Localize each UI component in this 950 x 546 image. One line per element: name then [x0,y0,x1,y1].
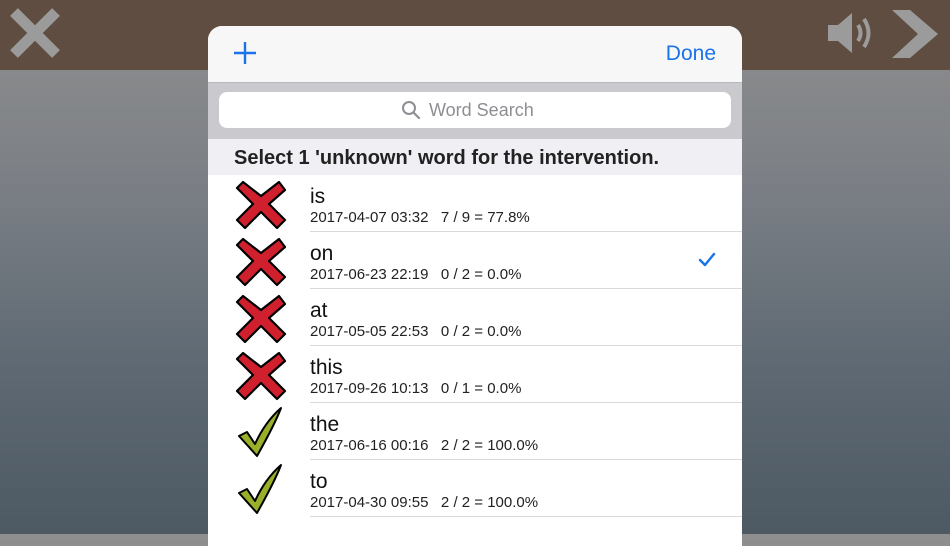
red-x-icon [235,237,287,287]
green-check-icon [238,407,282,457]
word-stats: 2017-06-23 22:19 0 / 2 = 0.0% [310,266,522,283]
chevron-right-icon[interactable] [888,8,942,60]
word-label: the [310,413,340,436]
list-item[interactable]: the 2017-06-16 00:16 2 / 2 = 100.0% [208,403,742,460]
plus-icon[interactable] [232,40,258,66]
word-label: to [310,470,328,493]
red-x-icon [235,180,287,230]
close-x-icon[interactable] [8,6,62,60]
word-label: is [310,185,326,208]
search-icon [402,101,421,120]
list-item[interactable]: at 2017-05-05 22:53 0 / 2 = 0.0% [208,289,742,346]
list-item[interactable]: this 2017-09-26 10:13 0 / 1 = 0.0% [208,346,742,403]
word-label: at [310,299,328,322]
word-label: on [310,242,334,265]
done-button[interactable]: Done [666,42,716,66]
speaker-icon[interactable] [826,10,880,56]
search-bar [208,83,742,139]
word-select-modal: Done Select 1 'unknown' word for the int… [208,26,742,546]
red-x-icon [235,351,287,401]
row-divider [310,516,742,517]
word-stats: 2017-04-30 09:55 2 / 2 = 100.0% [310,494,539,511]
search-input[interactable] [429,99,549,121]
word-label: this [310,356,343,379]
checkmark-icon [698,252,716,267]
section-title: Select 1 'unknown' word for the interven… [208,139,742,175]
list-item[interactable]: to 2017-04-30 09:55 2 / 2 = 100.0% [208,460,742,517]
word-stats: 2017-09-26 10:13 0 / 1 = 0.0% [310,380,522,397]
red-x-icon [235,294,287,344]
word-stats: 2017-06-16 00:16 2 / 2 = 100.0% [310,437,539,454]
search-field[interactable] [219,92,731,128]
modal-header: Done [208,26,742,83]
word-stats: 2017-05-05 22:53 0 / 2 = 0.0% [310,323,522,340]
word-stats: 2017-04-07 03:32 7 / 9 = 77.8% [310,209,530,226]
word-list: is 2017-04-07 03:32 7 / 9 = 77.8% on 201… [208,175,742,517]
list-item[interactable]: on 2017-06-23 22:19 0 / 2 = 0.0% [208,232,742,289]
list-item[interactable]: is 2017-04-07 03:32 7 / 9 = 77.8% [208,175,742,232]
green-check-icon [238,464,282,514]
